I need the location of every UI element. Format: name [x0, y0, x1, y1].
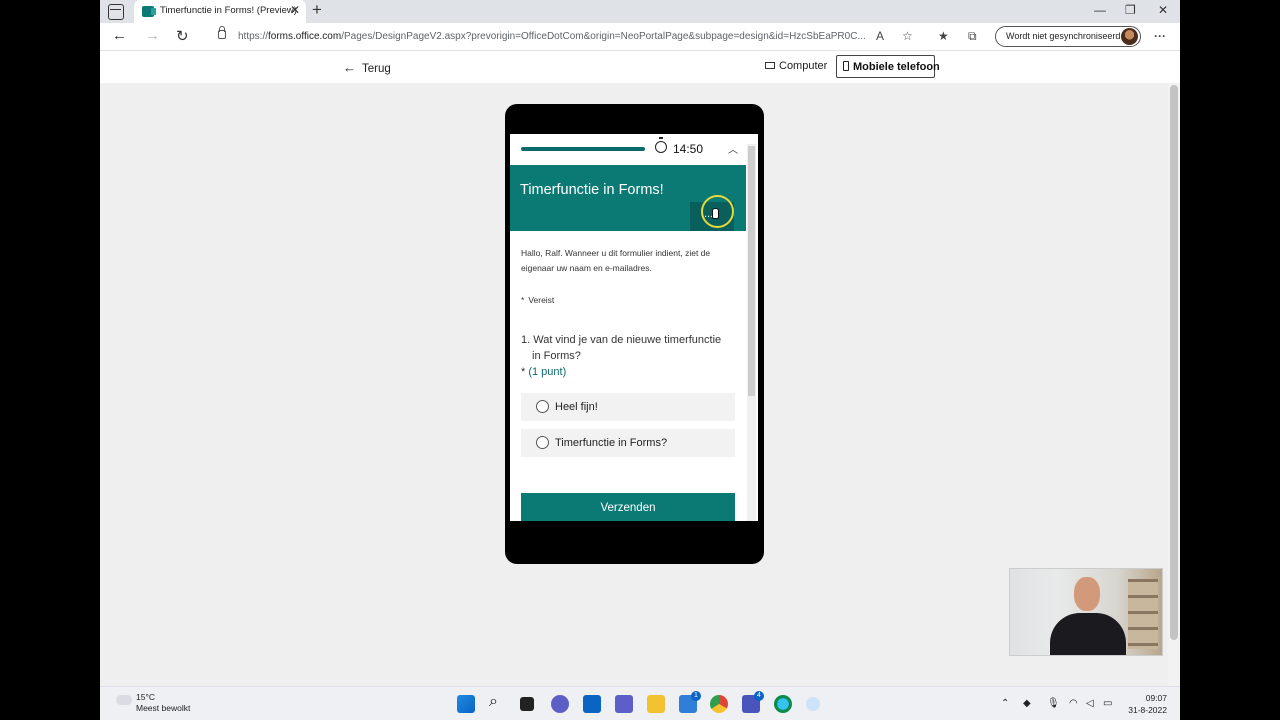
option-heel-fijn[interactable]: Heel fijn! — [521, 393, 735, 421]
tab-actions-icon[interactable] — [108, 4, 124, 20]
todo-icon[interactable]: 1 — [679, 691, 701, 713]
required-note: * Vereist — [521, 295, 554, 305]
view-computer-button[interactable]: Computer — [765, 60, 827, 72]
tab-title: Timerfunctie in Forms! (Preview) — [160, 5, 297, 16]
forms-favicon-icon — [142, 6, 156, 17]
dropbox-icon[interactable]: ◆ — [1023, 698, 1031, 709]
preview-header: ← Terug Computer Mobiele telefoon — [100, 51, 1180, 83]
restore-icon[interactable]: ❐ — [1125, 3, 1136, 17]
search-icon[interactable]: ⌕ — [489, 693, 507, 711]
outlook-icon[interactable] — [583, 695, 601, 713]
favorites-icon[interactable]: ★ — [938, 29, 949, 43]
date: 31-8-2022 — [1128, 705, 1167, 715]
taskbar: 15°C Meest bewolkt ⌕ 1 4 ⌃ ◆ 🎙 ◠ ◁ ▭ 09:… — [100, 686, 1180, 720]
profile-button[interactable]: Wordt niet gesynchroniseerd — [995, 26, 1141, 47]
wifi-icon[interactable]: ◠ — [1069, 698, 1078, 709]
webcam-overlay — [1009, 568, 1163, 656]
task-view-icon[interactable] — [520, 697, 534, 711]
submit-label: Verzenden — [600, 502, 656, 514]
page-scrollbar-thumb[interactable] — [1170, 85, 1178, 640]
avatar — [1121, 28, 1138, 45]
start-icon[interactable] — [457, 695, 475, 713]
refresh-icon[interactable]: ↻ — [176, 27, 189, 45]
timer-readout: 14:50 — [673, 142, 704, 156]
clock[interactable]: 09:07 31-8-2022 — [1125, 692, 1167, 716]
browser-window: Timerfunctie in Forms! (Preview) ✕ + — ❐… — [100, 0, 1180, 720]
url-host: forms.office.com — [268, 31, 342, 42]
tab-bar: Timerfunctie in Forms! (Preview) ✕ + — ❐… — [100, 0, 1180, 23]
presenter-body — [1050, 613, 1126, 655]
new-tab-button[interactable]: + — [312, 0, 322, 20]
stopwatch-icon — [655, 137, 667, 153]
submit-button[interactable]: Verzenden — [521, 493, 735, 521]
collections-icon[interactable]: ⧉ — [968, 29, 977, 44]
temperature: 15°C — [136, 692, 155, 702]
forward-arrow-icon[interactable]: → — [145, 27, 160, 44]
chat-icon[interactable] — [551, 695, 569, 713]
weather-icon[interactable] — [114, 692, 132, 705]
close-tab-icon[interactable]: ✕ — [290, 3, 300, 17]
option-label: Heel fijn! — [555, 401, 598, 413]
view-mobile-label: Mobiele telefoon — [853, 61, 940, 73]
timer-progress-bar — [521, 147, 645, 151]
question-text: 1. Wat vind je van de nieuwe timerfuncti… — [521, 334, 722, 362]
back-arrow-icon[interactable]: ← — [112, 27, 127, 44]
teams-icon[interactable] — [615, 695, 633, 713]
volume-icon[interactable]: ◁ — [1086, 698, 1094, 709]
bookshelf — [1128, 579, 1158, 649]
view-mobile-button[interactable]: Mobiele telefoon — [836, 55, 940, 78]
todo-badge: 1 — [691, 691, 701, 701]
battery-icon[interactable]: ▭ — [1103, 698, 1112, 709]
question-1: 1. Wat vind je van de nieuwe timerfuncti… — [521, 332, 731, 380]
required-label: Vereist — [528, 295, 555, 305]
chevron-up-icon[interactable]: ⌃ — [1001, 698, 1009, 709]
back-button[interactable]: ← Terug — [343, 60, 391, 75]
teams-work-icon[interactable]: 4 — [742, 691, 764, 713]
cortana-icon[interactable] — [806, 697, 820, 711]
option-label: Timerfunctie in Forms? — [555, 437, 668, 449]
option-timerfunctie[interactable]: Timerfunctie in Forms? — [521, 429, 735, 457]
view-computer-label: Computer — [779, 60, 828, 72]
back-label: Terug — [362, 63, 391, 75]
chevron-up-icon[interactable]: ︿ — [728, 141, 738, 156]
phone-icon — [843, 61, 849, 71]
lock-icon[interactable] — [218, 26, 226, 39]
file-explorer-icon[interactable] — [647, 695, 665, 713]
microphone-icon[interactable]: 🎙 — [1047, 698, 1060, 709]
radio-button[interactable] — [536, 436, 549, 449]
tab-forms-preview[interactable]: Timerfunctie in Forms! (Preview) ✕ — [134, 0, 306, 23]
required-star: * — [521, 295, 525, 305]
chrome-icon[interactable] — [710, 695, 728, 713]
add-favorite-icon[interactable]: ☆ — [902, 29, 913, 43]
url-field[interactable]: https://forms.office.com/Pages/DesignPag… — [238, 31, 868, 42]
url-prefix: https:// — [238, 31, 269, 42]
phone-scrollbar-thumb[interactable] — [748, 146, 755, 396]
radio-button[interactable] — [536, 400, 549, 413]
presenter-head — [1074, 577, 1100, 611]
time: 09:07 — [1145, 693, 1167, 703]
form-title: Timerfunctie in Forms! — [520, 182, 664, 198]
minimize-icon[interactable]: — — [1094, 3, 1106, 17]
back-icon: ← — [343, 60, 356, 75]
question-points: (1 punt) — [528, 366, 567, 378]
monitor-icon — [765, 62, 775, 69]
phone-screen: 14:50 ︿ Timerfunctie in Forms! ... Hallo… — [510, 134, 758, 521]
close-window-icon[interactable]: ✕ — [1158, 3, 1168, 17]
profile-label: Wordt niet gesynchroniseerd — [1006, 31, 1121, 41]
read-aloud-icon[interactable]: A — [876, 29, 884, 43]
hand-cursor-icon — [712, 208, 719, 219]
form-intro: Hallo, Ralf. Wanneer u dit formulier ind… — [521, 248, 711, 273]
more-options-icon[interactable]: ··· — [1154, 29, 1166, 43]
address-toolbar: ← → ↻ https://forms.office.com/Pages/Des… — [100, 23, 1180, 51]
teams-badge: 4 — [754, 691, 764, 701]
edge-icon[interactable] — [774, 695, 792, 713]
weather-description: Meest bewolkt — [136, 703, 191, 713]
url-path: /Pages/DesignPageV2.aspx?prevorigin=Offi… — [341, 31, 866, 42]
question-required-star: * — [521, 366, 526, 378]
weather-widget[interactable]: 15°C Meest bewolkt — [136, 692, 190, 714]
